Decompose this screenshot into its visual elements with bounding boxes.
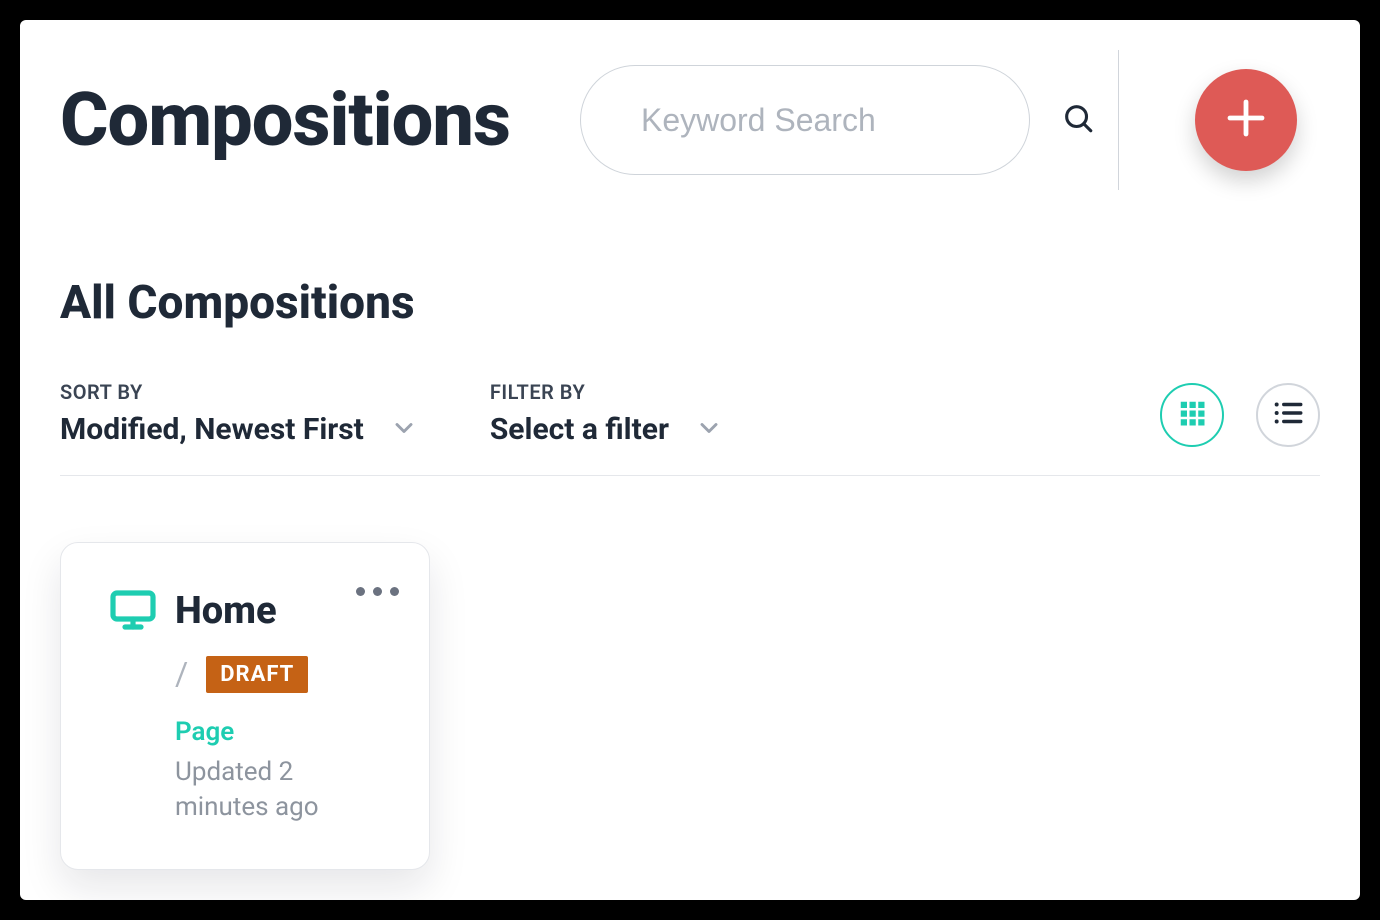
dots-icon [390, 587, 399, 596]
card-title: Home [175, 589, 277, 633]
card-path: / [175, 655, 188, 693]
grid-icon [1177, 398, 1207, 432]
chevron-down-icon [695, 414, 723, 446]
card-type: Page [109, 717, 401, 747]
page-title: Compositions [60, 77, 510, 164]
monitor-icon [109, 585, 157, 637]
plus-icon [1222, 94, 1270, 146]
list-view-button[interactable] [1256, 383, 1320, 447]
sort-by-value: Modified, Newest First [60, 412, 364, 447]
header-divider [1118, 50, 1119, 190]
search-input[interactable] [641, 102, 1061, 139]
card-updated: Updated 2 minutes ago [109, 755, 349, 825]
chevron-down-icon [390, 414, 418, 446]
sort-by-dropdown[interactable]: Modified, Newest First [60, 412, 418, 447]
sort-by-label: SORT BY [60, 380, 418, 404]
card-actions-button[interactable] [356, 587, 399, 596]
list-icon [1271, 396, 1305, 434]
search-icon[interactable] [1061, 101, 1095, 139]
status-badge: DRAFT [206, 656, 308, 693]
dots-icon [356, 587, 365, 596]
search-container [580, 65, 1030, 175]
filter-by-dropdown[interactable]: Select a filter [490, 412, 723, 447]
add-composition-button[interactable] [1195, 69, 1297, 171]
filter-by-value: Select a filter [490, 412, 669, 447]
filter-by-label: FILTER BY [490, 380, 723, 404]
grid-view-button[interactable] [1160, 383, 1224, 447]
section-title: All Compositions [60, 276, 1320, 330]
composition-card[interactable]: Home / DRAFT Page Updated 2 minutes ago [60, 542, 430, 870]
dots-icon [373, 587, 382, 596]
